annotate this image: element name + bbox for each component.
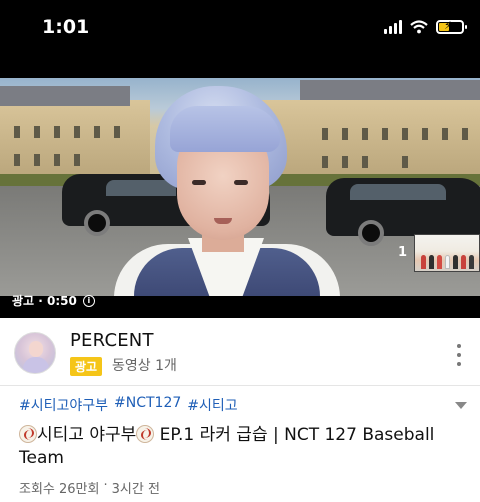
baseball-icon [136, 425, 155, 443]
video-frame[interactable] [0, 78, 480, 296]
ad-timer: 광고 · 0:50 i [12, 292, 95, 309]
hashtag-list: #시티고야구부 #NCT127 #시티고 [19, 395, 238, 415]
ad-timer-text: 광고 · 0:50 [12, 294, 77, 308]
hashtag-link[interactable]: #NCT127 [114, 395, 181, 415]
channel-row[interactable]: PERCENT 광고 동영상 1개 [0, 322, 480, 386]
cellular-signal-icon [384, 20, 402, 34]
battery-charging-icon: ⚡ [436, 19, 467, 34]
hashtag-link[interactable]: #시티고야구부 [19, 395, 108, 415]
ad-badge: 광고 [70, 357, 103, 376]
person [110, 78, 350, 296]
divider [0, 385, 480, 386]
wifi-icon [410, 20, 428, 34]
more-options-icon[interactable] [452, 344, 466, 366]
view-count: 조회수 26만회 [19, 482, 100, 497]
status-icons: ⚡ [384, 19, 467, 34]
next-ad-thumbnail[interactable] [414, 234, 480, 272]
channel-avatar[interactable] [14, 332, 56, 374]
next-ad-count: 1 [398, 245, 408, 260]
status-bar: 1:01 ⚡ [0, 0, 480, 78]
video-title-prefix: 시티고 야구부 [37, 425, 137, 445]
channel-name[interactable]: PERCENT [70, 330, 154, 351]
baseball-icon [19, 425, 37, 443]
status-time: 1:01 [42, 16, 90, 38]
meta-separator: · [103, 478, 108, 493]
info-icon[interactable]: i [82, 294, 95, 307]
expand-description-icon[interactable] [455, 402, 467, 409]
upload-age: 3시간 전 [111, 482, 160, 497]
video-title[interactable]: 시티고 야구부 EP.1 라커 급습 | NCT 127 Baseball Te… [19, 424, 459, 470]
video-player[interactable]: 1 광고 · 0:50 i [0, 78, 480, 318]
channel-video-count: 동영상 1개 [112, 358, 177, 374]
hashtag-link[interactable]: #시티고 [187, 395, 237, 415]
video-meta: 조회수 26만회 · 3시간 전 [19, 478, 160, 497]
